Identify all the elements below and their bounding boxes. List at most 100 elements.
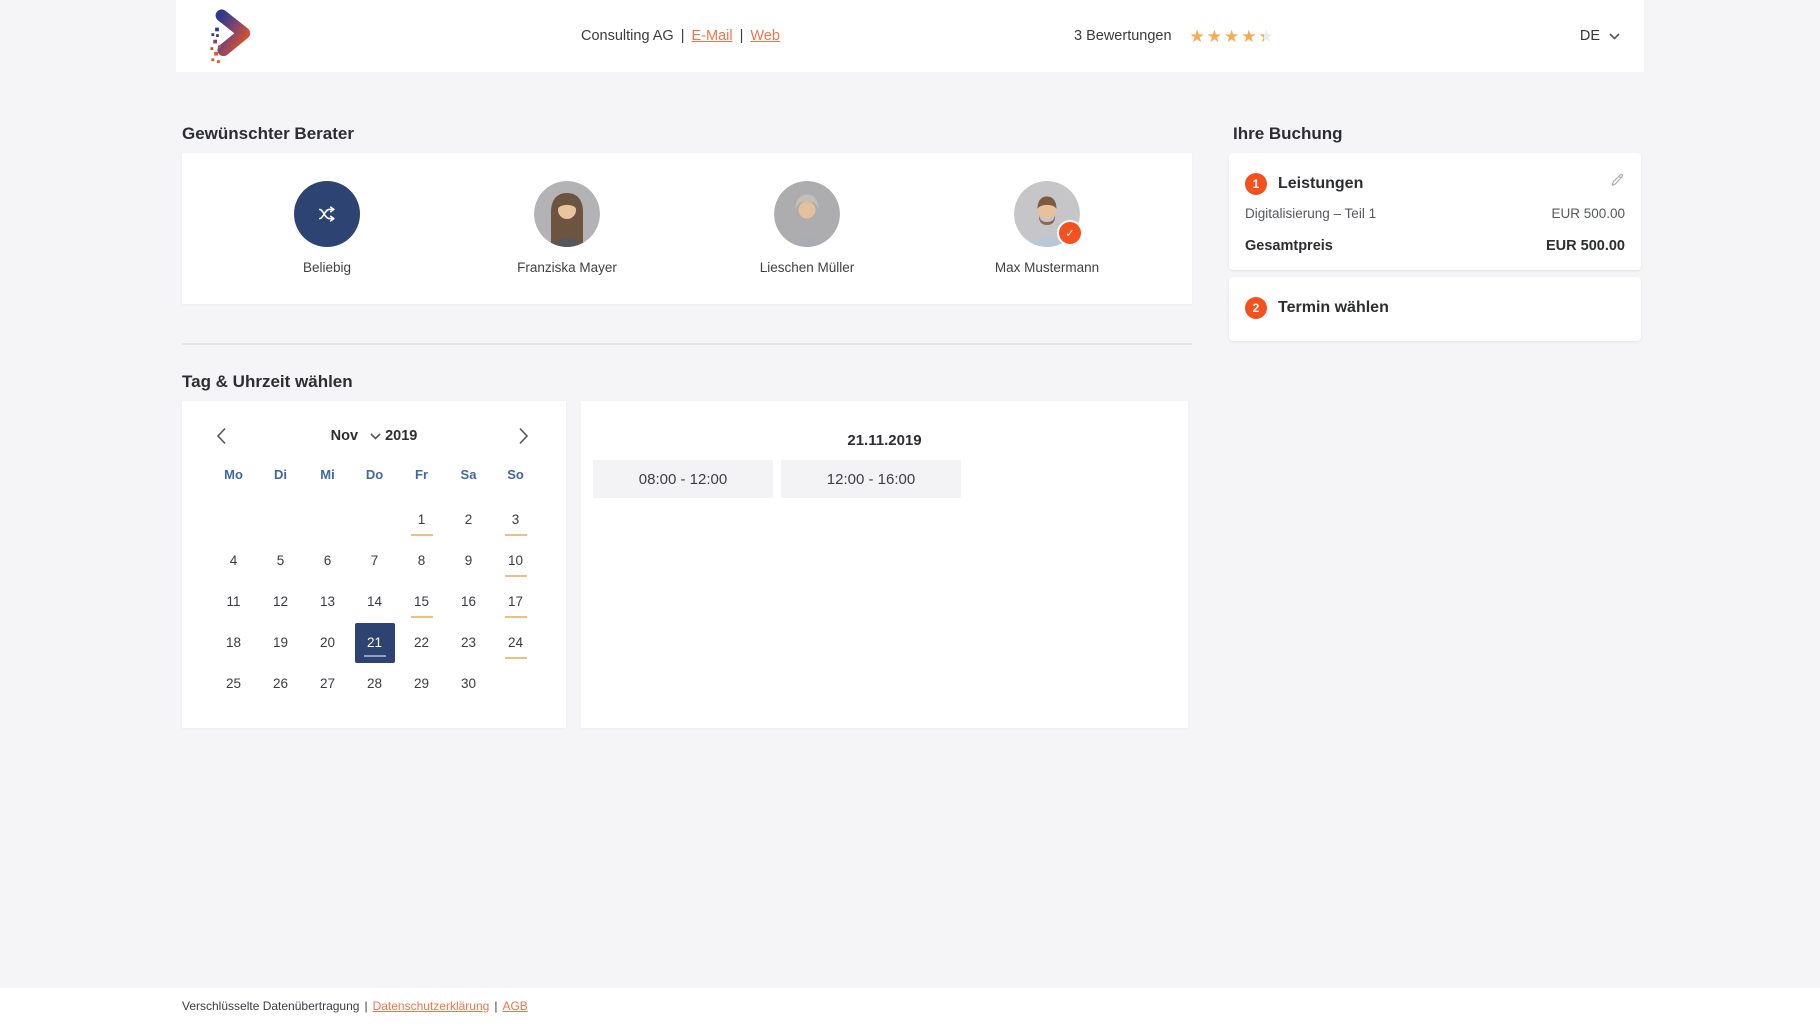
- reviews-count: 3 Bewertungen: [1074, 28, 1172, 44]
- calendar-day[interactable]: 23: [449, 623, 489, 663]
- advisor-name: Lieschen Müller: [760, 260, 855, 275]
- total-label: Gesamtpreis: [1245, 238, 1333, 254]
- edit-pencil-icon[interactable]: [1609, 172, 1625, 193]
- calendar-day[interactable]: 2: [449, 500, 489, 540]
- company-logo: [203, 6, 259, 66]
- advisor-item[interactable]: Franziska Mayer: [447, 153, 687, 304]
- timeslots-panel: 21.11.2019 08:00 - 12:0012:00 - 16:00: [581, 401, 1188, 728]
- calendar-day[interactable]: 17: [496, 582, 536, 622]
- separator: |: [740, 28, 744, 44]
- calendar-empty-cell: [257, 499, 304, 540]
- service-name: Digitalisierung – Teil 1: [1245, 206, 1376, 221]
- calendar-weekday: Do: [351, 467, 398, 482]
- calendar-panel: Nov 2019 MoDiMiDoFrSaSo 1234567891011121…: [182, 401, 566, 728]
- calendar-day[interactable]: 10: [496, 541, 536, 581]
- calendar-weekday: Di: [257, 467, 304, 482]
- calendar-day[interactable]: 1: [402, 500, 442, 540]
- calendar-weekday: Mo: [210, 467, 257, 482]
- calendar-empty-cell: [492, 663, 539, 704]
- step-title: Leistungen: [1278, 175, 1363, 193]
- total-price: EUR 500.00: [1546, 238, 1625, 254]
- calendar-day[interactable]: 3: [496, 500, 536, 540]
- calendar-day[interactable]: 16: [449, 582, 489, 622]
- calendar-day[interactable]: 6: [308, 541, 348, 581]
- advisor-name: Beliebig: [303, 260, 351, 275]
- calendar-day[interactable]: 30: [449, 664, 489, 704]
- calendar-weekday: So: [492, 467, 539, 482]
- check-icon: ✓: [1065, 227, 1074, 240]
- calendar-month-label: Nov: [331, 428, 358, 444]
- next-month-button[interactable]: [518, 427, 532, 447]
- privacy-policy-link[interactable]: Datenschutzerklärung: [373, 999, 490, 1013]
- booking-step-services: 1 Leistungen Digitalisierung – Teil 1 EU…: [1229, 153, 1641, 270]
- company-name: Consulting AG: [581, 28, 674, 44]
- advisor-item-any[interactable]: Beliebig: [207, 153, 447, 304]
- advisor-name: Franziska Mayer: [517, 260, 617, 275]
- advisor-item[interactable]: Lieschen Müller: [687, 153, 927, 304]
- star-rating: ★★★★★ ★★★★★: [1190, 28, 1276, 45]
- calendar-day[interactable]: 20: [308, 623, 348, 663]
- calendar-day[interactable]: 25: [214, 664, 254, 704]
- shuffle-icon: [316, 203, 338, 225]
- header-bar: Consulting AG | E-Mail | Web 3 Bewertung…: [176, 0, 1644, 72]
- calendar-weekday: Fr: [398, 467, 445, 482]
- time-slot-button[interactable]: 08:00 - 12:00: [593, 460, 773, 498]
- calendar-day[interactable]: 29: [402, 664, 442, 704]
- scheduler-heading: Tag & Uhrzeit wählen: [182, 372, 353, 392]
- web-link[interactable]: Web: [750, 28, 780, 44]
- star-fill-icons: ★★★★★: [1190, 28, 1264, 45]
- calendar-day[interactable]: 15: [402, 582, 442, 622]
- calendar-day[interactable]: 27: [308, 664, 348, 704]
- selected-date-label: 21.11.2019: [581, 432, 1188, 449]
- any-advisor-avatar: [294, 181, 360, 247]
- separator: |: [494, 999, 497, 1013]
- calendar-day[interactable]: 13: [308, 582, 348, 622]
- advisor-item-selected[interactable]: ✓ Max Mustermann: [927, 153, 1167, 304]
- calendar-day[interactable]: 5: [261, 541, 301, 581]
- calendar-day[interactable]: 8: [402, 541, 442, 581]
- calendar-day[interactable]: 26: [261, 664, 301, 704]
- calendar-day[interactable]: 18: [214, 623, 254, 663]
- calendar-grid: 1234567891011121314151617181920212223242…: [210, 499, 539, 704]
- calendar-day[interactable]: 7: [355, 541, 395, 581]
- step-number-badge: 2: [1245, 297, 1267, 319]
- time-slot-button[interactable]: 12:00 - 16:00: [781, 460, 961, 498]
- service-row: Digitalisierung – Teil 1 EUR 500.00: [1245, 206, 1625, 221]
- calendar-day[interactable]: 19: [261, 623, 301, 663]
- advisor-photo: [774, 181, 840, 247]
- slot-list: 08:00 - 12:0012:00 - 16:00: [593, 460, 961, 498]
- company-contact: Consulting AG | E-Mail | Web: [581, 0, 780, 72]
- language-dropdown[interactable]: DE: [1580, 0, 1620, 72]
- terms-link[interactable]: AGB: [502, 999, 527, 1013]
- email-link[interactable]: E-Mail: [691, 28, 732, 44]
- reviews-link[interactable]: 3 Bewertungen ★★★★★ ★★★★★: [1074, 0, 1276, 72]
- calendar-day[interactable]: 4: [214, 541, 254, 581]
- calendar-day[interactable]: 14: [355, 582, 395, 622]
- calendar-day[interactable]: 28: [355, 664, 395, 704]
- language-selected: DE: [1580, 28, 1600, 44]
- chevron-down-icon: [370, 433, 381, 440]
- advisor-name: Max Mustermann: [995, 260, 1099, 275]
- separator: |: [681, 28, 685, 44]
- separator: |: [364, 999, 367, 1013]
- calendar-day[interactable]: 24: [496, 623, 536, 663]
- calendar-day-selected[interactable]: 21: [355, 623, 395, 663]
- calendar-weekday: Sa: [445, 467, 492, 482]
- chevron-down-icon: [1609, 33, 1620, 40]
- calendar-year-label: 2019: [385, 428, 417, 444]
- calendar-day[interactable]: 22: [402, 623, 442, 663]
- section-divider: [182, 343, 1192, 345]
- selected-check-badge: ✓: [1057, 220, 1083, 246]
- step-number-badge: 1: [1245, 173, 1267, 195]
- footer-security-text: Verschlüsselte Datenübertragung: [182, 999, 359, 1013]
- booking-step-appointment[interactable]: 2 Termin wählen: [1229, 277, 1641, 341]
- advisor-photo: [534, 181, 600, 247]
- calendar-day[interactable]: 11: [214, 582, 254, 622]
- year-dropdown[interactable]: 2019: [370, 428, 417, 444]
- calendar-header: Nov 2019: [182, 427, 566, 449]
- service-price: EUR 500.00: [1551, 206, 1625, 221]
- calendar-day[interactable]: 9: [449, 541, 489, 581]
- calendar-empty-cell: [304, 499, 351, 540]
- calendar-day[interactable]: 12: [261, 582, 301, 622]
- calendar-empty-cell: [210, 499, 257, 540]
